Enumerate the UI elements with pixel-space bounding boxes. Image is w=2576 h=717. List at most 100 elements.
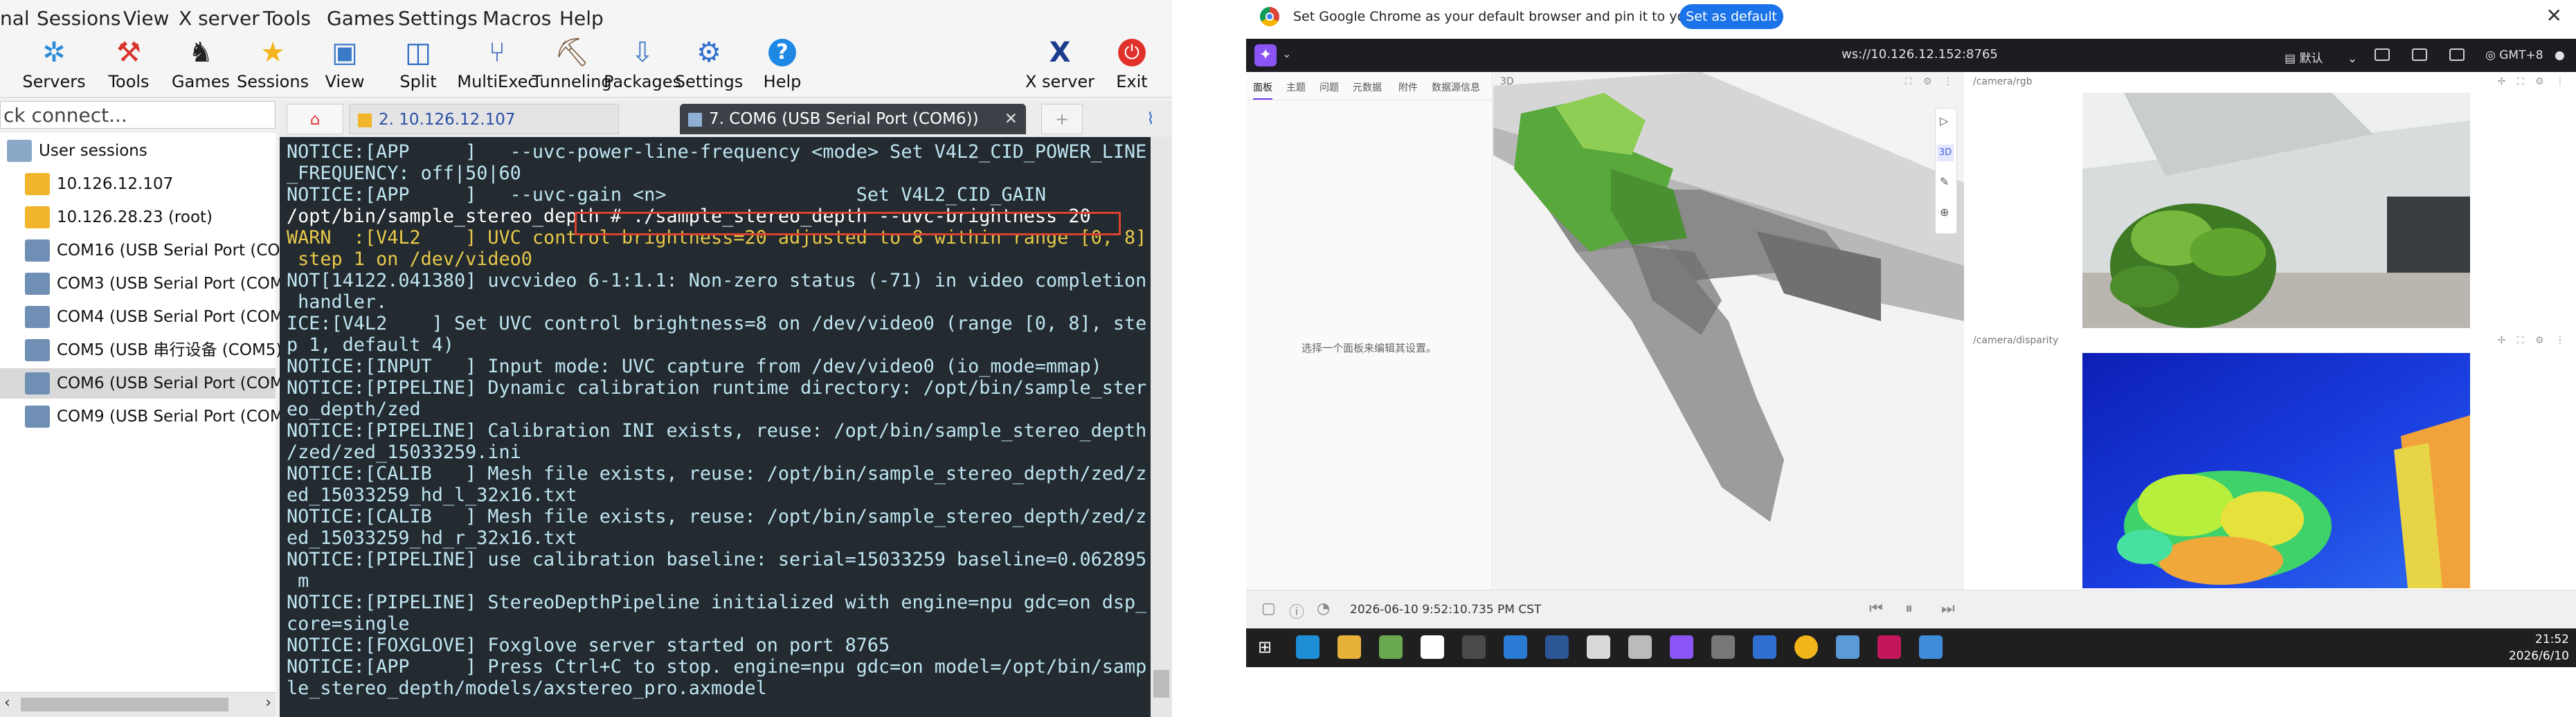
point-cloud-view[interactable]	[1493, 72, 1964, 590]
app-icon[interactable]	[1462, 635, 1486, 659]
terminal-line: ICE:[V4L2 ] Set UVC control brightness=8…	[287, 313, 1147, 334]
help-button[interactable]: ? Help	[746, 35, 818, 97]
tab-attachments[interactable]: 附件	[1398, 80, 1418, 94]
servers-icon: ✲	[42, 37, 66, 69]
app-icon[interactable]	[1587, 635, 1610, 659]
new-tab-button[interactable]: +	[1041, 104, 1083, 134]
taskbar-clock[interactable]: 21:52 2026/6/10	[2509, 631, 2569, 664]
app-icon[interactable]	[1711, 635, 1735, 659]
app-icon[interactable]	[1753, 635, 1776, 659]
loop-icon[interactable]: ▢	[1261, 600, 1276, 617]
games-button[interactable]: ♞ Games	[165, 35, 237, 97]
edge-icon[interactable]	[1296, 635, 1319, 659]
xserver-button[interactable]: X X server	[1022, 35, 1098, 97]
menu-xserver[interactable]: X server	[179, 7, 260, 30]
attach-button[interactable]: ⌇	[1135, 104, 1166, 134]
word-icon[interactable]	[1545, 635, 1569, 659]
info-icon[interactable]: ⓘ	[1289, 600, 1304, 622]
panel-3d[interactable]: 3D ⛶ ⚙ ⋮ ▷ 3D ✎ ⊕	[1493, 72, 1964, 590]
measure-icon[interactable]: ✎	[1940, 175, 1949, 188]
sidebar-tabs: 面板 主题 问题 元数据 附件 数据源信息	[1246, 72, 1492, 100]
tools-button[interactable]: ⚒ Tools	[93, 35, 165, 97]
panel-toolbar[interactable]: ✢ ⛶ ⚙ ⋮	[2498, 76, 2569, 87]
servers-button[interactable]: ✲ Servers	[18, 35, 90, 97]
session-item[interactable]: COM3 (USB Serial Port (COM3))	[0, 269, 306, 299]
scrollbar-thumb[interactable]	[21, 698, 228, 711]
app-icon[interactable]	[1919, 635, 1943, 659]
panel-camera-rgb[interactable]: /camera/rgb ✢ ⛶ ⚙ ⋮	[1966, 72, 2576, 329]
exit-button[interactable]: ⏻ Exit	[1101, 35, 1163, 97]
menu-games[interactable]: Games	[327, 7, 395, 30]
sidebar-scrollbar[interactable]: ‹ ›	[0, 692, 276, 716]
panel-toolbar[interactable]: ✢ ⛶ ⚙ ⋮	[2498, 335, 2569, 346]
chrome-taskbar-icon[interactable]	[1794, 635, 1818, 659]
settings-button[interactable]: ⚙ Settings	[673, 35, 745, 97]
select-icon[interactable]: ▷	[1940, 114, 1948, 127]
tab-problems[interactable]: 问题	[1319, 80, 1339, 94]
split-button[interactable]: ◫ Split	[382, 35, 454, 97]
session-item[interactable]: COM5 (USB 串行设备 (COM5))	[0, 335, 288, 365]
multiexec-button[interactable]: ⑂ MultiExec	[454, 35, 540, 97]
tab-metadata[interactable]: 元数据	[1353, 80, 1382, 94]
set-default-button[interactable]: Set as default	[1679, 4, 1783, 29]
speed-icon[interactable]: ◔	[1317, 600, 1330, 617]
3d-view-icon[interactable]: 3D	[1937, 145, 1954, 161]
gear-icon: ⚙	[696, 37, 721, 69]
app-icon[interactable]	[1836, 635, 1859, 659]
play-pause-icon[interactable]: ⏸	[1905, 600, 1913, 617]
file-explorer-icon[interactable]	[1337, 635, 1361, 659]
close-infobar-icon[interactable]: ✕	[2546, 4, 2562, 27]
menu-view[interactable]: View	[123, 7, 169, 30]
quick-connect-input[interactable]: ck connect...	[0, 101, 276, 129]
menu-settings[interactable]: Settings	[398, 7, 478, 30]
view-button[interactable]: ▣ View	[309, 35, 381, 97]
windows-start-icon[interactable]: ⊞	[1253, 635, 1277, 659]
app-icon[interactable]	[1421, 635, 1444, 659]
session-item[interactable]: 10.126.28.23 (root)	[0, 202, 276, 233]
tools-icon: ⚒	[116, 37, 141, 69]
add-panel-icon[interactable]	[2375, 48, 2390, 61]
session-item[interactable]: COM4 (USB Serial Port (COM4))	[0, 302, 306, 332]
close-tab-icon[interactable]: ✕	[1005, 104, 1018, 134]
app-icon[interactable]	[1379, 635, 1403, 659]
tab-session-1[interactable]: 2. 10.126.12.107	[349, 104, 619, 134]
skip-forward-icon[interactable]: ⏭	[1941, 600, 1955, 617]
publish-point-icon[interactable]: ⊕	[1940, 206, 1949, 219]
panel-toolbar[interactable]: ⛶ ⚙ ⋮	[1905, 76, 1957, 87]
scroll-left-icon[interactable]: ‹	[4, 694, 10, 711]
scrollbar-thumb[interactable]	[1153, 670, 1169, 698]
foxglove-icon[interactable]	[1670, 635, 1693, 659]
sessions-tree-root[interactable]: User sessions	[0, 136, 276, 166]
layout-selector[interactable]: ▤ 默认 ⌄	[2285, 48, 2357, 66]
tab-com6-active[interactable]: 7. COM6 (USB Serial Port (COM6)) ✕	[680, 104, 1026, 134]
menu-macros[interactable]: Macros	[483, 7, 551, 30]
settings-icon[interactable]	[1628, 635, 1652, 659]
tab-topics[interactable]: 主题	[1286, 80, 1306, 94]
panel-camera-disparity[interactable]: /camera/disparity ✢ ⛶ ⚙ ⋮	[1966, 331, 2576, 590]
session-item[interactable]: COM16 (USB Serial Port (COM1	[0, 235, 304, 266]
session-item[interactable]: COM9 (USB Serial Port (COM9))	[0, 401, 306, 432]
timezone-selector[interactable]: ◎ GMT+8	[2485, 48, 2543, 62]
left-sidebar-icon[interactable]	[2412, 48, 2427, 61]
tab-data-source[interactable]: 数据源信息	[1432, 80, 1480, 94]
vscode-icon[interactable]	[1504, 635, 1527, 659]
sessions-button[interactable]: ★ Sessions	[237, 35, 309, 97]
menu-tools[interactable]: Tools	[263, 7, 311, 30]
menu-sessions[interactable]: Sessions	[37, 7, 120, 30]
ssh-session-icon	[25, 206, 50, 228]
right-sidebar-icon[interactable]	[2449, 48, 2465, 61]
skip-back-icon[interactable]: ⏮	[1869, 600, 1883, 617]
home-tab[interactable]: ⌂	[287, 104, 343, 134]
onenote-icon[interactable]	[1877, 635, 1901, 659]
session-item[interactable]: 10.126.12.107	[0, 169, 276, 199]
foxglove-logo-icon[interactable]: ✦	[1254, 44, 1277, 66]
connection-url[interactable]: ws://10.126.12.152:8765	[1841, 47, 1998, 62]
scroll-right-icon[interactable]: ›	[265, 694, 271, 711]
session-item-selected[interactable]: COM6 (USB Serial Port (COM6))	[0, 368, 306, 399]
menu-help[interactable]: Help	[559, 7, 604, 30]
terminal-scrollbar[interactable]	[1151, 137, 1172, 717]
tab-panels[interactable]: 面板	[1253, 80, 1272, 100]
user-icon[interactable]: ●	[2555, 48, 2565, 62]
menu-terminal[interactable]: nal	[0, 7, 30, 30]
chevron-down-icon[interactable]: ⌄	[1282, 47, 1291, 60]
